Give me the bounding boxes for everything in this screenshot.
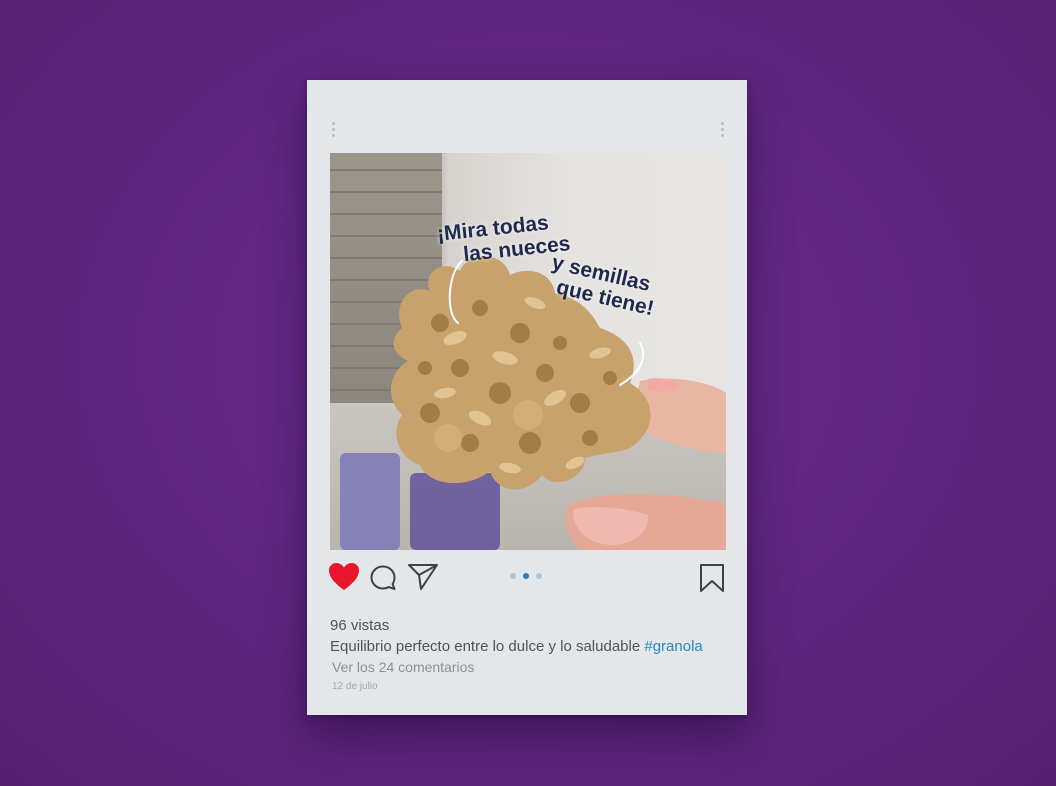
view-count: 96 vistas [330, 617, 390, 634]
bookmark-icon[interactable] [699, 563, 725, 593]
carousel-dot[interactable] [536, 573, 542, 579]
post-image[interactable]: ¡Mira todas las nueces y semillas que ti… [330, 153, 726, 550]
post-description: Equilibrio perfecto entre lo dulce y lo … [330, 638, 740, 655]
hashtag-link[interactable]: #granola [644, 638, 702, 655]
carousel-indicator [510, 573, 542, 579]
carousel-dot[interactable] [510, 573, 516, 579]
comment-icon[interactable] [368, 563, 398, 593]
heart-icon[interactable] [327, 561, 361, 593]
post-date: 12 de julio [332, 681, 378, 692]
send-icon[interactable] [407, 562, 439, 592]
card-dots-right [721, 122, 725, 137]
post-card: ¡Mira todas las nueces y semillas que ti… [307, 80, 747, 715]
card-dots-left [332, 122, 336, 137]
description-text: Equilibrio perfecto entre lo dulce y lo … [330, 638, 641, 655]
carousel-dot-active[interactable] [523, 573, 529, 579]
view-comments-link[interactable]: Ver los 24 comentarios [332, 659, 740, 675]
action-bar [327, 561, 727, 595]
post-meta: 96 vistas Equilibrio perfecto entre lo d… [330, 617, 740, 692]
